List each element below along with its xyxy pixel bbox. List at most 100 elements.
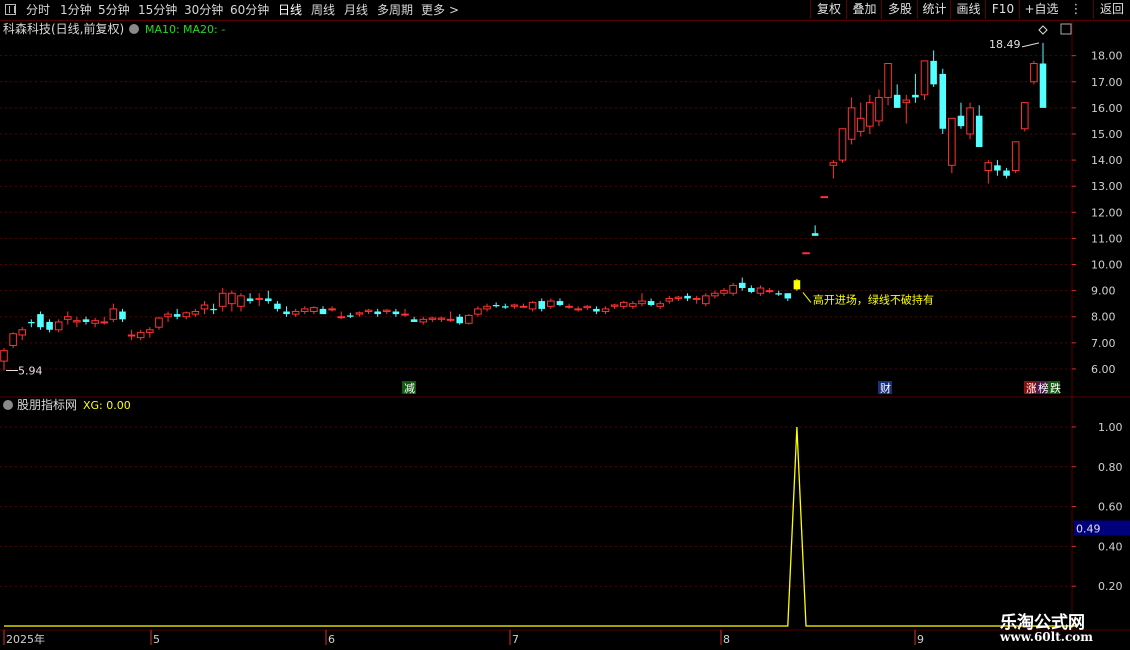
- price-tick-label: 16.00: [1091, 102, 1123, 115]
- candle-body: [510, 304, 519, 307]
- candle-body: [136, 331, 145, 339]
- candle-body: [182, 312, 191, 318]
- candle-body: [483, 305, 491, 310]
- candle-body: [610, 304, 619, 307]
- candle-body: [64, 316, 72, 320]
- indicator-tick-label: 0.80: [1098, 461, 1123, 474]
- candle-body: [957, 115, 965, 127]
- candle-body: [565, 305, 573, 308]
- candle-body: [920, 60, 929, 96]
- time-tick-label: 9: [917, 633, 924, 646]
- candle-body: [401, 313, 409, 316]
- candle-body: [73, 320, 81, 323]
- candle-body: [310, 307, 318, 313]
- candle-body: [775, 293, 782, 295]
- candle-body: [501, 306, 509, 308]
- candle-body: [939, 73, 947, 129]
- candle-body: [866, 102, 874, 127]
- signal-pointer: [802, 292, 812, 303]
- candle-body: [300, 308, 309, 313]
- candle-body: [665, 297, 674, 302]
- candle-body: [100, 321, 109, 324]
- candle-body: [446, 318, 455, 321]
- candle-body: [419, 318, 428, 323]
- current-value-tag: 0.49: [1076, 522, 1101, 535]
- candle-body: [638, 300, 646, 305]
- indicator-tick-label: 0.20: [1098, 580, 1123, 593]
- candle-body: [355, 312, 364, 315]
- signal-diamond-icon: [1038, 25, 1048, 35]
- candle-body: [948, 117, 956, 166]
- candle-body: [647, 301, 655, 305]
- event-cai: 财: [880, 381, 891, 395]
- time-tick-label: 7: [512, 633, 519, 646]
- candle-body: [255, 297, 263, 300]
- candle-body: [765, 290, 774, 293]
- candle-body: [556, 301, 564, 305]
- candle-body: [583, 305, 592, 309]
- candle-body: [893, 94, 901, 108]
- candle-body: [465, 314, 473, 324]
- candle-body: [191, 311, 200, 315]
- candle-body: [720, 290, 728, 294]
- max-price-label: 18.49: [989, 38, 1021, 51]
- candle-body: [1020, 102, 1029, 130]
- candle-body: [228, 292, 236, 305]
- price-tick-label: 7.00: [1091, 337, 1116, 350]
- candle-body: [246, 298, 254, 302]
- indicator-dropdown-icon: [3, 400, 13, 410]
- candle-body: [0, 350, 8, 362]
- candle-body: [28, 321, 35, 324]
- candle-body: [784, 293, 792, 299]
- indicator-value: XG: 0.00: [83, 399, 131, 412]
- candle-body: [574, 308, 582, 311]
- candle-body: [347, 315, 354, 317]
- candle-body: [701, 295, 710, 305]
- candle-body: [383, 309, 391, 313]
- price-tick-label: 10.00: [1091, 259, 1123, 272]
- candle-body: [127, 334, 136, 337]
- candle-body: [674, 296, 683, 299]
- max-pointer: [1021, 42, 1040, 48]
- candle-body: [265, 298, 272, 302]
- event-zhang: 涨: [1026, 382, 1037, 395]
- candle-body: [319, 308, 327, 315]
- dropdown-icon: [129, 24, 139, 34]
- candle-body: [528, 301, 537, 310]
- candle-body: [155, 317, 163, 328]
- candle-body: [109, 308, 118, 320]
- candle-body: [1039, 63, 1047, 108]
- candle-body: [410, 319, 418, 322]
- candle-body: [793, 280, 801, 290]
- candle-body: [884, 62, 892, 98]
- price-tick-label: 6.00: [1091, 363, 1116, 376]
- candle-body: [283, 311, 290, 315]
- indicator-tick-label: 1.00: [1098, 421, 1123, 434]
- candle-body: [18, 329, 27, 336]
- xg-series-line: [4, 426, 1078, 627]
- indicator-tick-label: 0.60: [1098, 501, 1123, 514]
- candle-body: [37, 314, 44, 328]
- candle-body: [984, 162, 993, 172]
- time-tick-label: 5: [153, 633, 160, 646]
- time-tick-label: 2025年: [6, 632, 45, 646]
- candle-body: [82, 319, 90, 322]
- candle-body: [1003, 170, 1010, 176]
- candle-body: [656, 303, 664, 307]
- candle-body: [875, 96, 883, 122]
- candle-body: [538, 301, 546, 309]
- candle-body: [519, 305, 528, 308]
- candle-body: [601, 308, 610, 313]
- candle-body: [200, 304, 209, 310]
- candle-body: [820, 196, 829, 199]
- candle-body: [364, 309, 373, 313]
- candle-body: [291, 311, 300, 315]
- candle-body: [629, 303, 637, 307]
- candle-body: [856, 117, 865, 132]
- ma20-label: MA20: -: [183, 23, 225, 36]
- event-bang: 榜: [1038, 381, 1049, 395]
- candle-body: [829, 162, 838, 166]
- candle-body: [218, 292, 227, 307]
- price-tick-label: 14.00: [1091, 154, 1123, 167]
- price-tick-label: 12.00: [1091, 206, 1123, 219]
